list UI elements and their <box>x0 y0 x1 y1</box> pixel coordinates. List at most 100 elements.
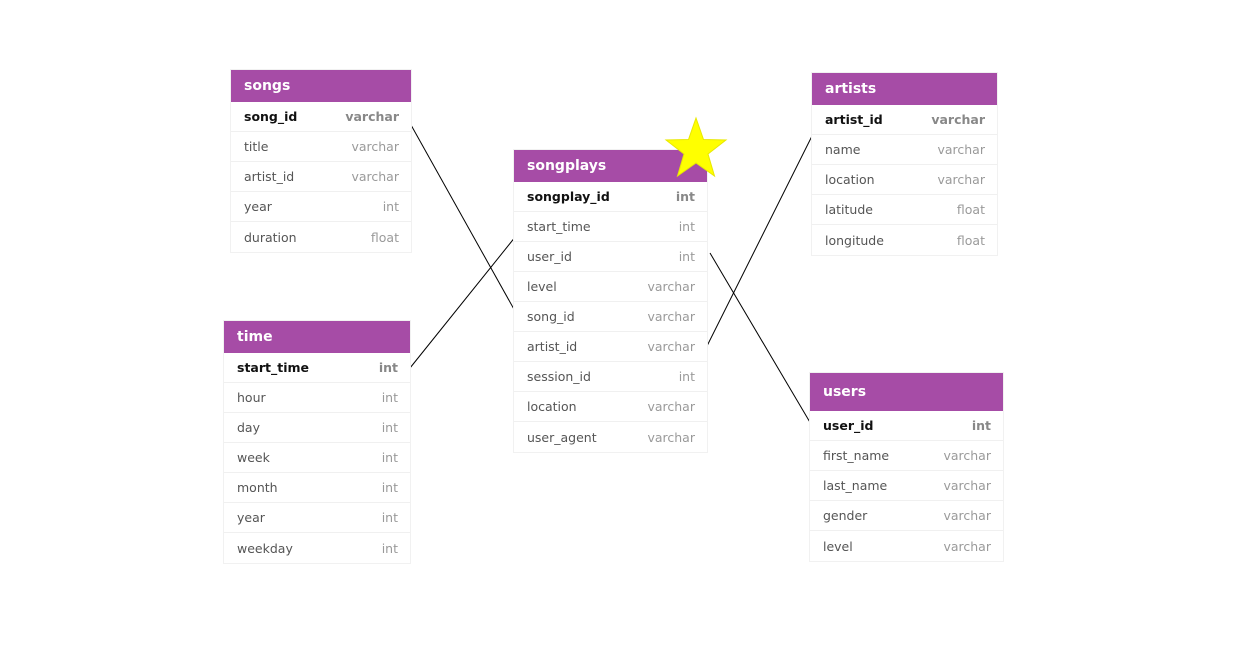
column-name: user_id <box>527 249 572 264</box>
column-type: varchar <box>943 478 991 493</box>
column-type: int <box>381 540 398 556</box>
column-type: varchar <box>943 538 991 554</box>
column-list: songplay_id int start_time int user_id i… <box>514 182 707 452</box>
column-type: int <box>678 219 695 234</box>
column-list: song_id varchar title varchar artist_id … <box>231 102 411 252</box>
column-name: latitude <box>825 202 873 217</box>
column-type: varchar <box>647 279 695 294</box>
column-list: start_time int hour int day int week int… <box>224 353 410 563</box>
column-row[interactable]: weekday int <box>224 533 410 563</box>
column-row[interactable]: user_id int <box>810 411 1003 441</box>
column-name: start_time <box>527 219 591 234</box>
column-row[interactable]: longitude float <box>812 225 997 255</box>
column-name: month <box>237 480 278 495</box>
link-users-songplays <box>709 252 812 425</box>
column-row[interactable]: artist_id varchar <box>812 105 997 135</box>
column-row[interactable]: songplay_id int <box>514 182 707 212</box>
table-songplays[interactable]: songplays songplay_id int start_time int… <box>514 150 707 452</box>
column-type: varchar <box>647 339 695 354</box>
column-row[interactable]: last_name varchar <box>810 471 1003 501</box>
column-name: year <box>244 199 272 214</box>
table-artists[interactable]: artists artist_id varchar name varchar l… <box>812 73 997 255</box>
column-row[interactable]: name varchar <box>812 135 997 165</box>
column-name: songplay_id <box>527 189 610 204</box>
link-time-songplays <box>409 230 521 369</box>
column-type: int <box>971 418 991 433</box>
table-title: users <box>810 373 1003 411</box>
column-type: float <box>956 202 985 217</box>
column-row[interactable]: level varchar <box>514 272 707 302</box>
column-row[interactable]: user_id int <box>514 242 707 272</box>
column-type: int <box>381 480 398 495</box>
table-title: time <box>224 321 410 353</box>
column-name: user_id <box>823 418 874 433</box>
column-list: user_id int first_name varchar last_name… <box>810 411 1003 561</box>
column-type: int <box>378 360 398 375</box>
column-name: level <box>527 279 557 294</box>
column-row[interactable]: duration float <box>231 222 411 252</box>
column-type: varchar <box>351 169 399 184</box>
table-songs[interactable]: songs song_id varchar title varchar arti… <box>231 70 411 252</box>
column-type: float <box>956 232 985 248</box>
column-type: varchar <box>943 508 991 523</box>
column-row[interactable]: hour int <box>224 383 410 413</box>
column-row[interactable]: start_time int <box>224 353 410 383</box>
column-type: varchar <box>345 109 399 124</box>
table-title: songs <box>231 70 411 102</box>
column-type: int <box>381 510 398 525</box>
column-type: varchar <box>647 429 695 445</box>
column-name: hour <box>237 390 266 405</box>
table-users[interactable]: users user_id int first_name varchar las… <box>810 373 1003 561</box>
star-icon <box>664 116 728 178</box>
column-name: week <box>237 450 270 465</box>
column-name: location <box>527 399 577 414</box>
column-type: int <box>678 249 695 264</box>
column-row[interactable]: day int <box>224 413 410 443</box>
column-row[interactable]: start_time int <box>514 212 707 242</box>
column-name: duration <box>244 229 297 245</box>
column-name: song_id <box>244 109 298 124</box>
column-name: first_name <box>823 448 890 463</box>
column-row[interactable]: title varchar <box>231 132 411 162</box>
column-name: weekday <box>237 540 293 556</box>
column-name: session_id <box>527 369 591 384</box>
column-row[interactable]: first_name varchar <box>810 441 1003 471</box>
column-row[interactable]: month int <box>224 473 410 503</box>
column-type: varchar <box>647 399 695 414</box>
column-name: level <box>823 538 853 554</box>
column-row[interactable]: location varchar <box>812 165 997 195</box>
column-row[interactable]: song_id varchar <box>514 302 707 332</box>
column-type: float <box>370 229 399 245</box>
column-row[interactable]: location varchar <box>514 392 707 422</box>
column-row[interactable]: level varchar <box>810 531 1003 561</box>
column-type: int <box>382 199 399 214</box>
column-name: year <box>237 510 265 525</box>
column-type: int <box>678 369 695 384</box>
column-row[interactable]: week int <box>224 443 410 473</box>
column-row[interactable]: song_id varchar <box>231 102 411 132</box>
column-name: artist_id <box>527 339 578 354</box>
column-row[interactable]: user_agent varchar <box>514 422 707 452</box>
column-name: title <box>244 139 269 154</box>
column-name: gender <box>823 508 868 523</box>
column-row[interactable]: artist_id varchar <box>514 332 707 362</box>
column-name: day <box>237 420 260 435</box>
column-type: varchar <box>351 139 399 154</box>
column-list: artist_id varchar name varchar location … <box>812 105 997 255</box>
column-row[interactable]: gender varchar <box>810 501 1003 531</box>
column-row[interactable]: session_id int <box>514 362 707 392</box>
table-time[interactable]: time start_time int hour int day int wee… <box>224 321 410 563</box>
link-songs-songplays <box>405 115 521 321</box>
column-name: user_agent <box>527 429 597 445</box>
column-name: start_time <box>237 360 310 375</box>
column-type: int <box>381 390 398 405</box>
column-type: int <box>381 450 398 465</box>
column-row[interactable]: artist_id varchar <box>231 162 411 192</box>
column-type: varchar <box>943 448 991 463</box>
column-type: int <box>381 420 398 435</box>
column-name: song_id <box>527 309 575 324</box>
column-row[interactable]: year int <box>224 503 410 533</box>
column-type: varchar <box>937 142 985 157</box>
column-row[interactable]: year int <box>231 192 411 222</box>
column-row[interactable]: latitude float <box>812 195 997 225</box>
